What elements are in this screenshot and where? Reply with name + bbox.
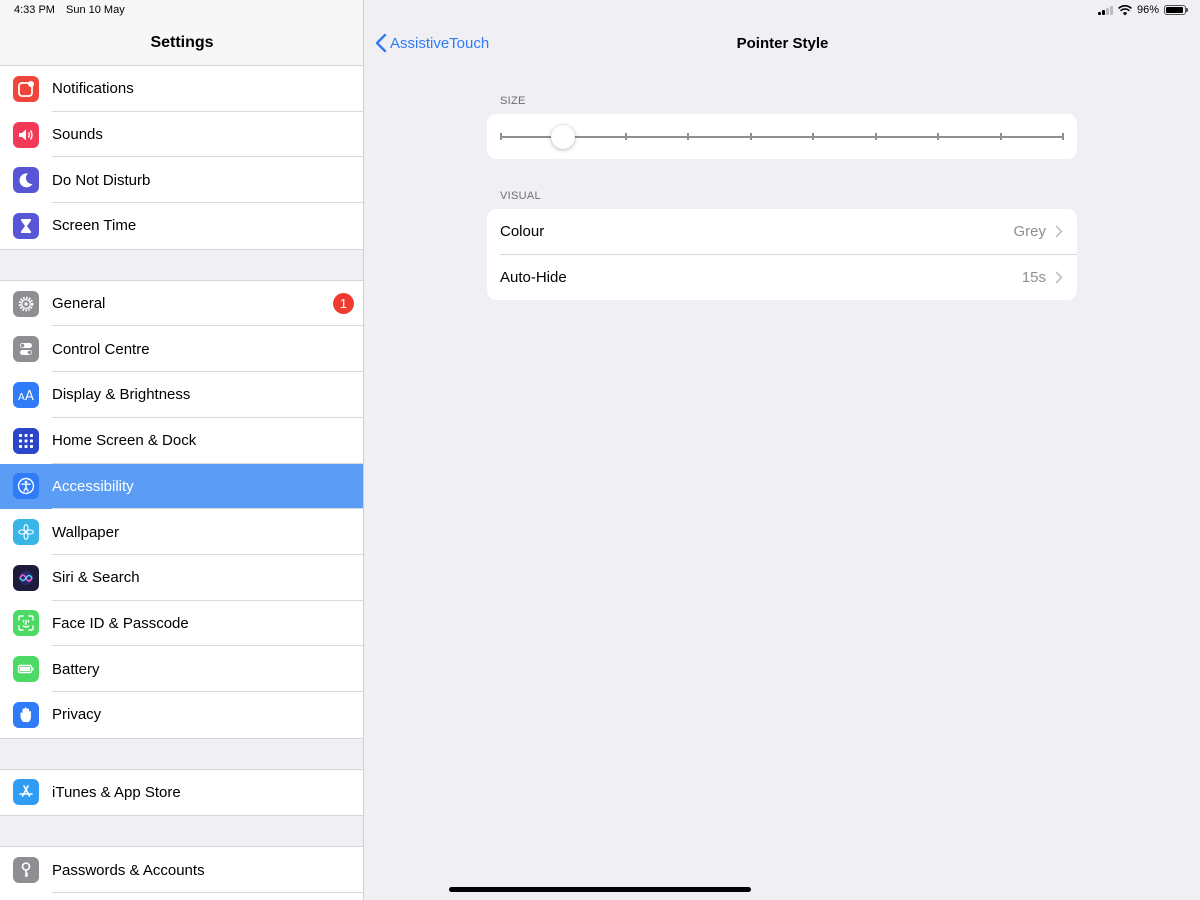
sidebar-group: Notifications Sounds Do Not Disturb Screen … [0,66,363,250]
status-time: 4:33 PM [14,4,55,16]
toggles-icon [13,336,39,363]
sidebar-item-control-centre[interactable]: Control Centre [0,326,363,372]
size-section-header: SIZE [500,95,526,107]
auto-hide-value: 15s [1021,268,1046,286]
sidebar-item-label: Notifications [52,80,134,98]
home-indicator[interactable] [449,887,751,892]
sidebar-item-label: Accessibility [52,477,134,495]
settings-sidebar: Settings Notifications Sounds Do Not Distu… [0,0,364,900]
visual-section-header: VISUAL [500,190,541,202]
sidebar-item-label: Home Screen & Dock [52,432,197,450]
sidebar-item-sounds[interactable]: Sounds [0,112,363,158]
sidebar-item-label: Wallpaper [52,523,119,541]
auto-hide-row[interactable]: Auto-Hide 15s [487,255,1077,301]
sidebar-item-display-and-brightness[interactable]: A A Display & Brightness [0,372,363,418]
slider-tick [1062,133,1064,140]
siri-icon [13,564,39,591]
face-id-icon [13,610,39,637]
sidebar-item-battery[interactable]: Battery [0,646,363,692]
sidebar-item-label: Battery [52,660,100,678]
sidebar-group: Passwords & Accounts [0,846,363,900]
sidebar-group: General 1 Control Centre A A Display & Bright… [0,279,363,739]
svg-text:A: A [25,389,34,404]
size-slider-card [487,114,1077,159]
notification-badge: 1 [333,292,354,314]
slider-tick [687,133,690,140]
page-title: Pointer Style [736,35,829,52]
text-size-icon: AA [13,381,39,408]
auto-hide-label: Auto-Hide [500,268,567,286]
slider-tick [812,133,815,140]
sidebar-item-passwords-and-accounts[interactable]: Passwords & Accounts [0,847,363,893]
size-slider-track[interactable] [500,125,1064,149]
sidebar-item-label: Privacy [52,706,102,724]
sidebar-title: Settings [150,34,214,51]
sidebar-groups: Notifications Sounds Do Not Disturb Screen … [0,66,363,900]
slider-tick [937,133,940,140]
flower-icon [13,519,39,546]
sidebar-item-home-screen-and-dock[interactable]: Home Screen & Dock [0,418,363,464]
chevron-right-icon [1055,225,1063,238]
accessibility-icon [13,473,39,500]
status-date: Sun 10 May [66,4,125,16]
hourglass-icon [13,212,39,239]
sidebar-item-siri-and-search[interactable]: Siri & Search [0,555,363,601]
sidebar-item-label: Do Not Disturb [52,171,151,189]
sidebar-item-do-not-disturb[interactable]: Do Not Disturb [0,157,363,203]
battery-status-icon [1164,5,1188,15]
sidebar-item-label: Screen Time [52,217,137,235]
moon-icon [13,167,39,194]
sidebar-item-label: Sounds [52,126,103,144]
slider-tick [999,133,1002,140]
app-grid-icon [13,427,39,454]
colour-label: Colour [500,223,545,241]
slider-tick [624,133,627,140]
colour-row[interactable]: Colour Grey [487,209,1077,255]
sidebar-item-partial[interactable] [0,893,363,900]
battery-icon [13,656,39,683]
cellular-signal-icon [1097,5,1113,15]
battery-percent: 96% [1136,4,1159,16]
svg-text:A: A [18,392,25,403]
chevron-right-icon [1055,271,1063,284]
gear-icon [13,290,39,317]
slider-tick [500,133,502,140]
sidebar-item-label: Display & Brightness [52,386,191,404]
slider-tick [749,133,752,140]
detail-pane: AssistiveTouch Pointer Style SIZE VISUAL… [365,0,1200,900]
status-indicators: 96% [1097,4,1188,16]
sidebar-item-accessibility[interactable]: Accessibility [0,463,363,510]
wifi-icon [1118,4,1132,15]
sidebar-item-label: Face ID & Passcode [52,614,189,632]
size-slider-knob[interactable] [551,125,576,149]
app-store-icon [13,779,39,806]
hand-icon [13,701,39,728]
sidebar-item-label: General [52,295,106,313]
slider-tick [874,133,877,140]
sidebar-item-general[interactable]: General 1 [0,281,363,327]
sidebar-group: iTunes & App Store [0,768,363,817]
sidebar-item-privacy[interactable]: Privacy [0,692,363,738]
sidebar-item-screen-time[interactable]: Screen Time [0,203,363,249]
sidebar-item-itunes-and-app-store[interactable]: iTunes & App Store [0,770,363,816]
sidebar-item-face-id-and-passcode[interactable]: Face ID & Passcode [0,601,363,647]
sidebar-item-label: Siri & Search [52,569,140,587]
notifications-icon [13,75,39,102]
sidebar-item-notifications[interactable]: Notifications [0,66,363,112]
sidebar-item-label: iTunes & App Store [52,783,181,801]
colour-value: Grey [1013,223,1046,241]
sidebar-item-wallpaper[interactable]: Wallpaper [0,509,363,555]
sidebar-item-label: Passwords & Accounts [52,861,205,879]
battery-fill [1166,7,1184,13]
key-icon [13,857,39,884]
speaker-icon [13,121,39,148]
sidebar-item-label: Control Centre [52,340,150,358]
status-bar: 4:33 PM Sun 10 May 96% [0,0,1200,22]
visual-settings-card: Colour Grey Auto-Hide 15s [487,209,1077,300]
